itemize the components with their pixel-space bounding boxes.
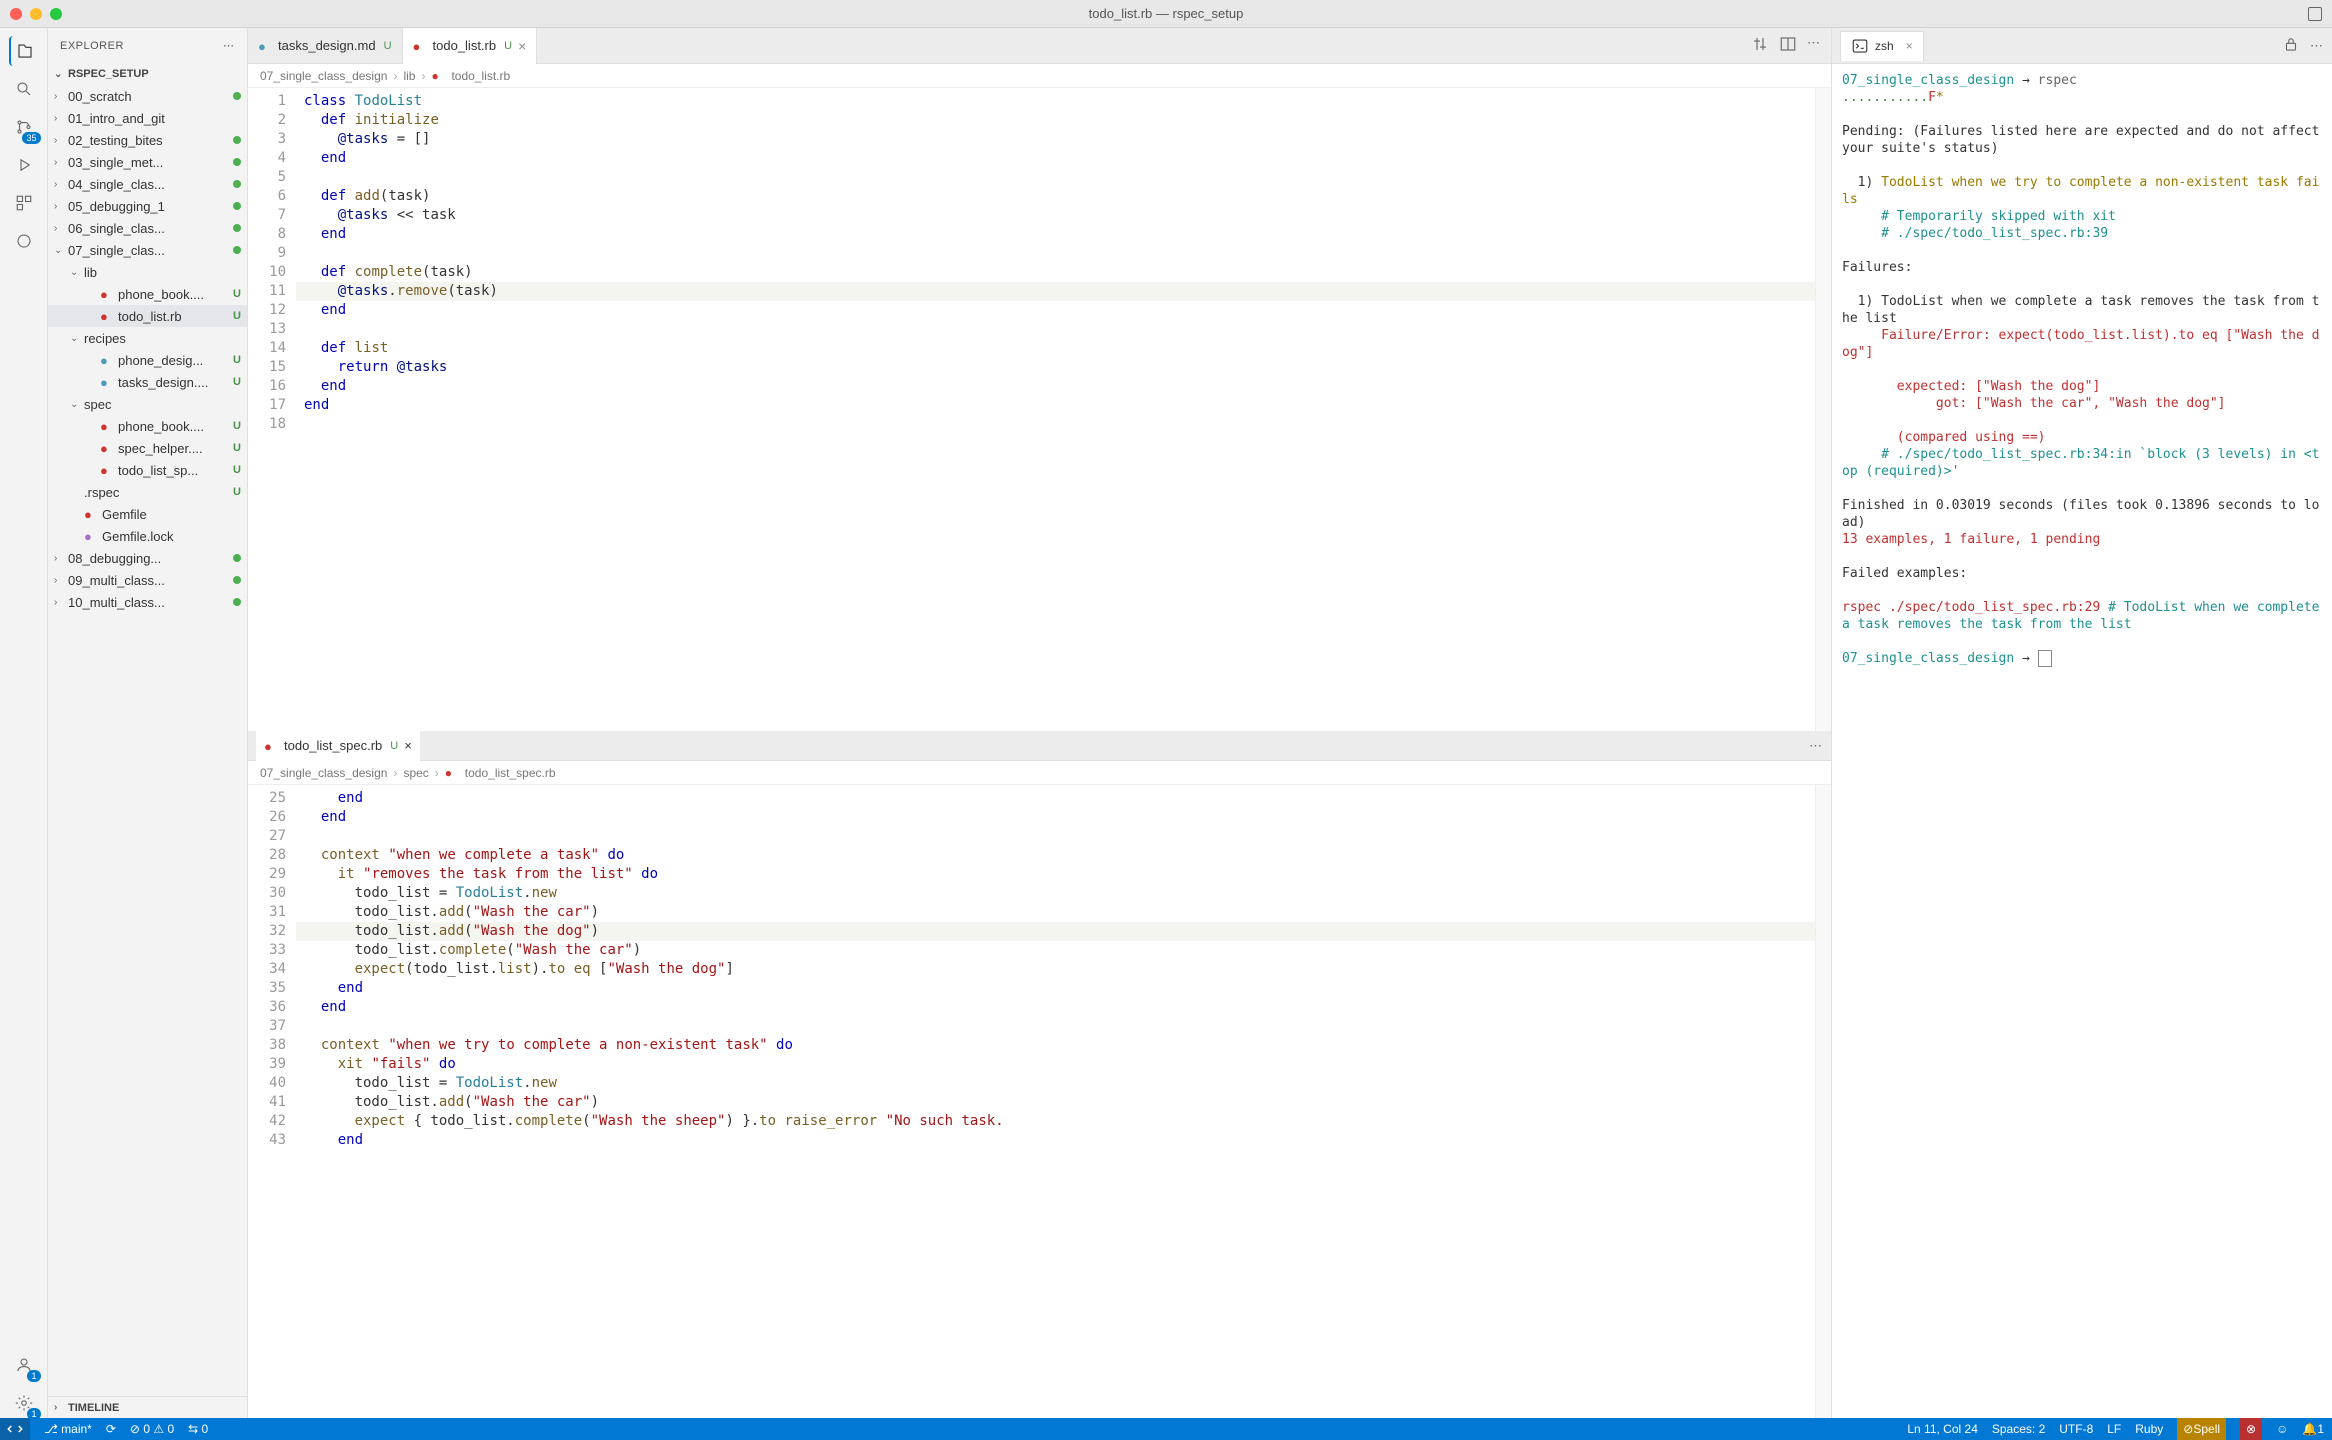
notifications[interactable]: 🔔1: [2302, 1422, 2324, 1436]
tree-item[interactable]: ⌄07_single_clas...: [48, 239, 247, 261]
tree-item[interactable]: tasks_design....U: [48, 371, 247, 393]
tree-item[interactable]: .rspecU: [48, 481, 247, 503]
editor-bot[interactable]: 25262728293031323334353637383940414243 e…: [248, 785, 1831, 1418]
tree-item[interactable]: ›00_scratch: [48, 85, 247, 107]
account-icon[interactable]: [9, 1350, 39, 1380]
tree-item[interactable]: ›05_debugging_1: [48, 195, 247, 217]
timeline-section[interactable]: › TIMELINE: [48, 1396, 247, 1418]
tree-item[interactable]: ⌄spec: [48, 393, 247, 415]
close-icon[interactable]: ×: [404, 738, 412, 753]
tree-item[interactable]: phone_desig...U: [48, 349, 247, 371]
tree-item[interactable]: todo_list_sp...U: [48, 459, 247, 481]
tree-item[interactable]: ›04_single_clas...: [48, 173, 247, 195]
tree-item[interactable]: ›02_testing_bites: [48, 129, 247, 151]
breadcrumb-top[interactable]: 07_single_class_design› lib› todo_list.r…: [248, 64, 1831, 88]
minimize-window-button[interactable]: [30, 8, 42, 20]
sidebar: EXPLORER ⋯ ⌄ RSPEC_SETUP ›00_scratch›01_…: [48, 28, 248, 1418]
terminal-output[interactable]: 07_single_class_design → rspec..........…: [1832, 64, 2332, 1418]
tree-item[interactable]: todo_list.rbU: [48, 305, 247, 327]
tree-item[interactable]: ⌄lib: [48, 261, 247, 283]
pane-bot-tabs: todo_list_spec.rb U × ⋯: [248, 731, 1831, 761]
tree-item[interactable]: ›03_single_met...: [48, 151, 247, 173]
split-icon[interactable]: [1779, 35, 1797, 56]
tree-item[interactable]: Gemfile.lock: [48, 525, 247, 547]
sync-icon[interactable]: ⟳: [106, 1422, 116, 1436]
tree-item[interactable]: phone_book....U: [48, 283, 247, 305]
tree-item[interactable]: phone_book....U: [48, 415, 247, 437]
breadcrumb-bot[interactable]: 07_single_class_design› spec› todo_list_…: [248, 761, 1831, 785]
spell-check[interactable]: ⊘ Spell: [2177, 1418, 2226, 1440]
indent[interactable]: Spaces: 2: [1992, 1422, 2045, 1436]
tree-item[interactable]: ›09_multi_class...: [48, 569, 247, 591]
remote-indicator[interactable]: [0, 1418, 30, 1440]
tree-item[interactable]: spec_helper....U: [48, 437, 247, 459]
close-icon[interactable]: ×: [518, 38, 526, 54]
file-tree: ›00_scratch›01_intro_and_git›02_testing_…: [48, 85, 247, 1396]
term-more-icon[interactable]: ⋯: [2310, 38, 2324, 54]
search-icon[interactable]: [9, 74, 39, 104]
more-icon[interactable]: ⋯: [223, 39, 235, 52]
ruby-icon: [264, 739, 278, 753]
tree-item[interactable]: ›08_debugging...: [48, 547, 247, 569]
tab-more-icon[interactable]: ⋯: [1807, 35, 1821, 56]
titlebar: todo_list.rb — rspec_setup: [0, 0, 2332, 28]
cursor-position[interactable]: Ln 11, Col 24: [1907, 1422, 1978, 1436]
tree-item[interactable]: ⌄recipes: [48, 327, 247, 349]
error-indicator[interactable]: ⊗: [2240, 1418, 2262, 1440]
source-control-icon[interactable]: [9, 112, 39, 142]
settings-icon[interactable]: [9, 1388, 39, 1418]
tree-item[interactable]: Gemfile: [48, 503, 247, 525]
pane-more-icon[interactable]: ⋯: [1809, 738, 1823, 753]
layout-icon[interactable]: [2308, 7, 2322, 21]
port-forward[interactable]: ⇆ 0: [188, 1422, 208, 1436]
window-title: todo_list.rb — rspec_setup: [1089, 6, 1244, 21]
close-icon[interactable]: ×: [1906, 39, 1913, 53]
encoding[interactable]: UTF-8: [2059, 1422, 2093, 1436]
editor-tabs: tasks_design.mdUtodo_list.rbU× ⋯: [248, 28, 1831, 64]
eol[interactable]: LF: [2107, 1422, 2121, 1436]
tree-item[interactable]: ›10_multi_class...: [48, 591, 247, 613]
editor-tab[interactable]: tasks_design.mdU: [248, 28, 403, 64]
terminal-panel: zsh × ⋯ 07_single_class_design → rspec..…: [1832, 28, 2332, 1418]
explorer-icon[interactable]: [9, 36, 39, 66]
close-window-button[interactable]: [10, 8, 22, 20]
editor-tab[interactable]: todo_list.rbU×: [403, 28, 538, 64]
language[interactable]: Ruby: [2135, 1422, 2163, 1436]
editor-top[interactable]: 123456789101112131415161718 class TodoLi…: [248, 88, 1831, 731]
compare-icon[interactable]: [1751, 35, 1769, 56]
minimap[interactable]: [1815, 785, 1831, 1418]
git-branch[interactable]: ⎇ main*: [44, 1422, 92, 1436]
pull-request-icon[interactable]: [9, 226, 39, 256]
terminal-tab[interactable]: zsh ×: [1840, 31, 1924, 61]
lock-icon[interactable]: [2282, 35, 2300, 56]
minimap[interactable]: [1815, 88, 1831, 731]
tab-spec[interactable]: todo_list_spec.rb U ×: [256, 731, 420, 761]
problems[interactable]: ⊘ 0 ⚠ 0: [130, 1422, 174, 1436]
feedback-icon[interactable]: ☺: [2276, 1422, 2288, 1436]
debug-icon[interactable]: [9, 150, 39, 180]
statusbar: ⎇ main* ⟳ ⊘ 0 ⚠ 0 ⇆ 0 Ln 11, Col 24 Spac…: [0, 1418, 2332, 1440]
maximize-window-button[interactable]: [50, 8, 62, 20]
tree-item[interactable]: ›06_single_clas...: [48, 217, 247, 239]
tree-item[interactable]: ›01_intro_and_git: [48, 107, 247, 129]
sidebar-title: EXPLORER: [60, 40, 124, 52]
workspace-section[interactable]: ⌄ RSPEC_SETUP: [48, 63, 247, 85]
extensions-icon[interactable]: [9, 188, 39, 218]
activity-bar: [0, 28, 48, 1418]
